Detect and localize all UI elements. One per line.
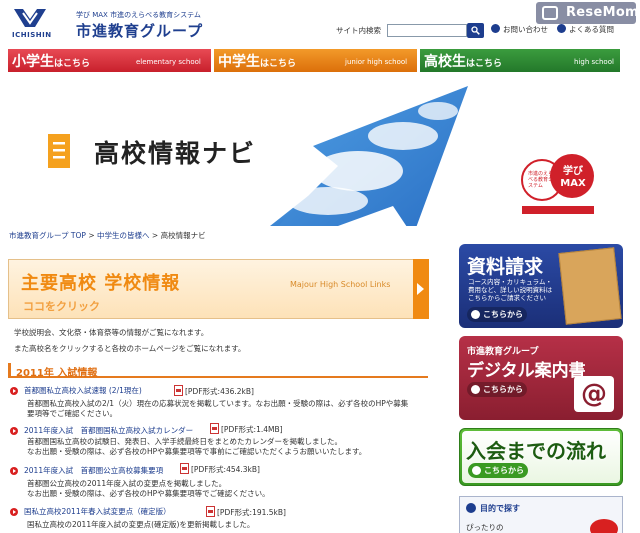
- banner-english: Majour High School Links: [290, 280, 391, 289]
- site-search-input[interactable]: [387, 24, 467, 37]
- envelope-icon: [558, 247, 622, 325]
- site-header: ICHISHIN 学び MAX 市進のえらべる教育システム 市進教育グループ サ…: [0, 0, 640, 46]
- site-search-label: サイト内検索: [336, 26, 381, 35]
- nav-tab-junior-high[interactable]: 中学生はこちら junior high school: [214, 49, 417, 72]
- faq-link[interactable]: よくある質問: [557, 24, 614, 35]
- arrow-bullet-icon: [10, 467, 18, 475]
- card-title: 入会までの流れ: [466, 439, 606, 463]
- digital-brochure-card[interactable]: 市進教育グループ デジタル案内書 @ こちらから: [459, 336, 623, 420]
- item-desc-1: 首都圏私立高校入試の2/1（火）現在の応募状況を掲載しています。なお出願・受験の…: [27, 399, 409, 408]
- search-button[interactable]: [467, 23, 484, 38]
- item-desc-2: 要項等でご確認ください。: [27, 409, 117, 418]
- search-icon: [471, 26, 480, 35]
- item-title-link[interactable]: 国私立高校2011年春入試変更点（確定版）: [24, 506, 171, 517]
- request-go-button[interactable]: こちらから: [467, 307, 527, 322]
- nav-tab-sub: elementary school: [136, 58, 201, 66]
- item-title-link[interactable]: 2011年度入試 首都圏公立高校募集要項: [24, 465, 163, 476]
- logo-tagline: 学び MAX 市進のえらべる教育システム: [76, 11, 201, 19]
- item-desc-1: 国私立高校の2011年度入試の変更点(確定版)を更新掲載しました。: [27, 520, 255, 529]
- section-title: 2011年 入試情報: [16, 368, 98, 379]
- page-title: 高校情報ナビ: [94, 139, 257, 168]
- item-desc-1: 首都圏国私立高校の試験日、発表日、入学手続最終日をまとめたカレンダーを掲載しまし…: [27, 437, 342, 446]
- logo-wordmark[interactable]: ICHISHIN: [12, 31, 52, 39]
- pdf-icon: [180, 463, 189, 474]
- nav-tab-high-school[interactable]: 高校生はこちら high school: [420, 49, 620, 72]
- arrow-bullet-icon: [10, 427, 18, 435]
- intro-line-1: 学校説明会、文化祭・体育祭等の情報がご覧になれます。: [14, 328, 209, 337]
- pdf-link[interactable]: [PDF形式:1.4MB]: [210, 423, 283, 435]
- card-title: 資料請求: [467, 256, 544, 278]
- pdf-link[interactable]: [PDF形式:454.3kB]: [180, 463, 260, 475]
- hero-banner: 高校情報ナビ 市進のえらべる教育システム 学びMAX: [8, 76, 620, 226]
- at-mail-icon: @: [574, 376, 614, 412]
- flow-go-button[interactable]: こちらから: [468, 463, 528, 478]
- document-request-card[interactable]: 資料請求 コース内容・カリキュラム・ 費用など、詳しい説明資料は こちらからご請求く…: [459, 244, 623, 328]
- item-title-link[interactable]: 2011年度入試 首都圏国私立高校入試カレンダー: [24, 425, 193, 436]
- ichishin-logo-icon[interactable]: [13, 7, 47, 29]
- item-desc-2: なお出願・受験の際は、必ず各校のHPや募集要項等でご確認ください。: [27, 489, 270, 498]
- banner-title: 主要高校 学校情報: [21, 273, 181, 294]
- nav-tab-sub: high school: [574, 58, 614, 66]
- breadcrumb-junior[interactable]: 中学生の皆様へ: [97, 231, 150, 240]
- pdf-icon: [210, 423, 219, 434]
- watermark-text: ReseMom: [566, 5, 639, 20]
- search-by-purpose-box: 目的で探す ぴったりの: [459, 496, 623, 533]
- breadcrumb-sep: >: [85, 231, 98, 240]
- card-title: デジタル案内書: [467, 361, 586, 381]
- arrow-bullet-icon: [10, 387, 18, 395]
- item-desc-1: 首都圏公立高校の2011年度入試の変更点を掲載しました。: [27, 479, 227, 488]
- faq-link-label: よくある質問: [569, 25, 614, 34]
- item-desc-2: なお出願・受験の際は、必ず各校のHPや募集要項等で事前にご確認いただくようお願い…: [27, 447, 367, 456]
- search-icon: [466, 503, 476, 513]
- badge-caption: 市進のえらべる教育システム: [528, 171, 554, 189]
- pdf-icon: [206, 506, 215, 517]
- pdf-link[interactable]: [PDF形式:436.2kB]: [174, 385, 254, 397]
- pdf-icon: [174, 385, 183, 396]
- nav-tab-label: 小学生はこちら: [12, 54, 91, 70]
- logo-name[interactable]: 市進教育グループ: [76, 20, 203, 41]
- breadcrumb-sep: >: [149, 231, 161, 240]
- contact-link[interactable]: お問い合わせ: [491, 24, 548, 35]
- arrow-circle-icon: [557, 24, 566, 33]
- major-schools-banner[interactable]: 主要高校 学校情報 ココをクリック Majour High School Lin…: [8, 259, 429, 319]
- card-desc: コース内容・カリキュラム・ 費用など、詳しい説明資料は こちらからご請求ください: [468, 278, 553, 302]
- search-box-link[interactable]: ぴったりの: [466, 522, 504, 533]
- banner-cta: ココをクリック: [23, 300, 100, 313]
- arrow-circle-icon: [491, 24, 500, 33]
- pdf-link[interactable]: [PDF形式:191.5kB]: [206, 506, 286, 518]
- breadcrumb-top[interactable]: 市進教育グループ TOP: [9, 231, 86, 240]
- enrollment-flow-card[interactable]: 入会までの流れ こちらから: [459, 428, 623, 486]
- camera-icon: [542, 6, 558, 20]
- intro-line-2: また高校名をクリックすると各校のホームページをご覧になれます。: [14, 344, 246, 353]
- breadcrumb-current: 高校情報ナビ: [160, 231, 206, 240]
- contact-link-label: お問い合わせ: [503, 25, 548, 34]
- decorative-badge-icon: [590, 519, 618, 533]
- nav-tab-elementary[interactable]: 小学生はこちら elementary school: [8, 49, 211, 72]
- nav-tab-label: 高校生はこちら: [424, 54, 503, 70]
- global-nav: 小学生はこちら elementary school 中学生はこちら junior…: [8, 49, 620, 72]
- arrow-right-icon: [413, 259, 429, 319]
- resemom-watermark: ReseMom: [536, 2, 639, 24]
- badge-title: 学びMAX: [560, 166, 586, 189]
- section-heading: 2011年 入試情報: [8, 363, 428, 379]
- search-box-title: 目的で探す: [480, 504, 520, 513]
- item-title-link[interactable]: 首都圏私立高校入試速報 (2/1現在): [24, 385, 142, 396]
- digital-go-button[interactable]: こちらから: [467, 382, 527, 397]
- nav-tab-label: 中学生はこちら: [218, 54, 297, 70]
- nav-tab-sub: junior high school: [345, 58, 408, 66]
- arrow-bullet-icon: [10, 508, 18, 516]
- breadcrumb: 市進教育グループ TOP > 中学生の皆様へ > 高校情報ナビ: [9, 230, 206, 241]
